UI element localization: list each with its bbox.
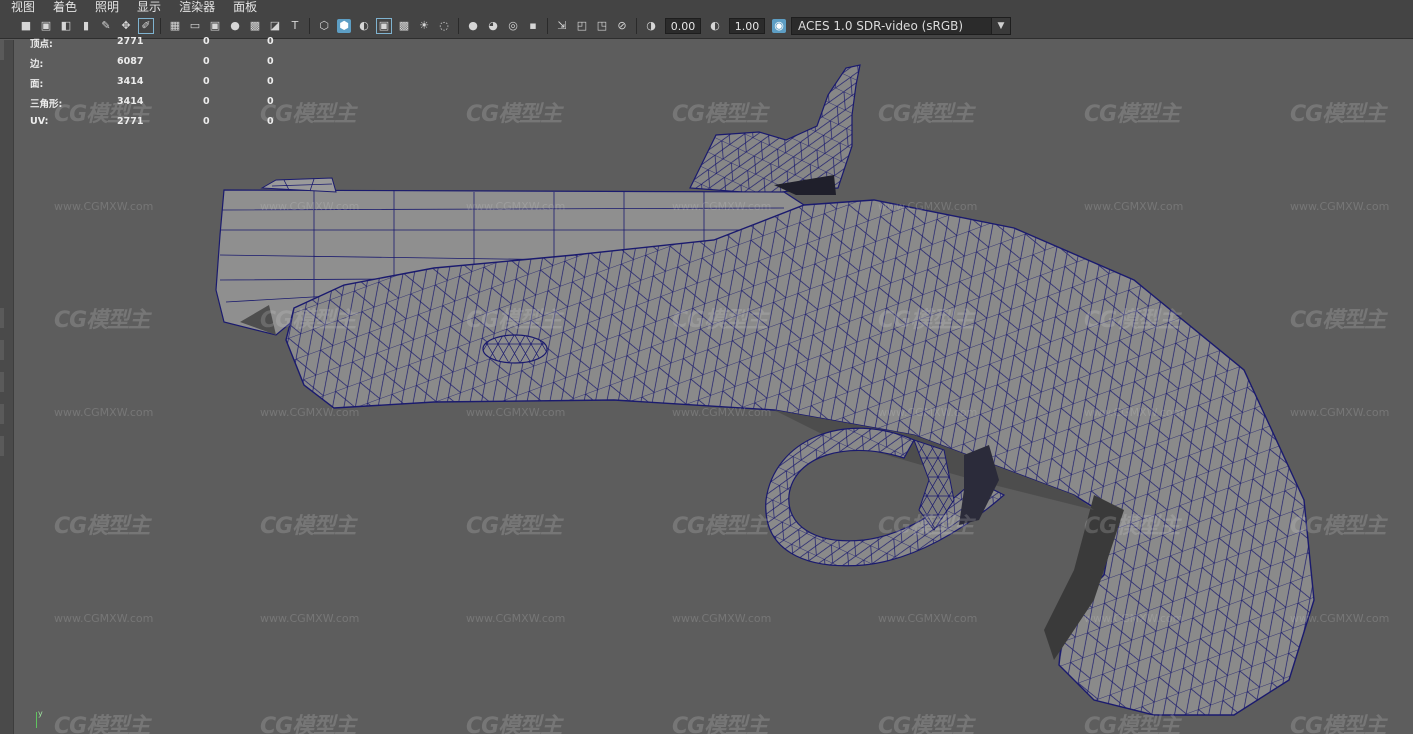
strip-handle[interactable] <box>0 372 4 392</box>
camera-icon[interactable]: ■ <box>19 19 33 33</box>
hud-label: UV: <box>30 116 49 127</box>
ambient-occlusion-icon[interactable]: ◌ <box>437 19 451 33</box>
textured-icon[interactable]: ▣ <box>376 18 392 34</box>
xray-icon[interactable]: ◰ <box>575 19 589 33</box>
xray-components-icon[interactable]: ⊘ <box>615 19 629 33</box>
pistol-mesh[interactable] <box>14 40 1413 734</box>
xray-joints-icon[interactable]: ◳ <box>595 19 609 33</box>
hud-value: 0 <box>267 76 274 87</box>
hud-value: 3414 <box>117 96 144 107</box>
strip-handle[interactable] <box>0 308 4 328</box>
gamma-field[interactable]: 1.00 <box>729 18 765 34</box>
toolbar-divider <box>160 18 161 34</box>
safe-title-icon[interactable]: T <box>288 19 302 33</box>
hud-value: 0 <box>203 96 210 107</box>
hud-label: 顶点: <box>30 39 53 50</box>
hud-value: 2771 <box>117 116 144 127</box>
film-gate-icon[interactable]: ▭ <box>188 19 202 33</box>
hammer <box>689 64 861 195</box>
menu-panels[interactable]: 面板 <box>222 0 264 14</box>
depth-of-field-icon[interactable]: ◎ <box>506 19 520 33</box>
pan-zoom-icon[interactable]: ✥ <box>119 19 133 33</box>
wireframe-on-shaded-icon[interactable]: ◐ <box>357 19 371 33</box>
gamma-icon[interactable]: ◐ <box>708 19 722 33</box>
menu-renderer[interactable]: 渲染器 <box>168 0 222 14</box>
hud-value: 0 <box>267 56 274 67</box>
viewport-toolbar: ■ ▣ ◧ ▮ ✎ ✥ ✐ ▦ ▭ ▣ ● ▩ ◪ T ⬡ ⬢ ◐ ▣ ▩ ☀ … <box>0 14 1413 39</box>
camera-attributes-icon[interactable]: ▣ <box>39 19 53 33</box>
screen-space-icon[interactable]: ▪ <box>526 19 540 33</box>
hud-value: 0 <box>203 76 210 87</box>
axis-gizmo: y <box>33 709 47 732</box>
menu-lighting[interactable]: 照明 <box>84 0 126 14</box>
toolbar-divider <box>636 18 637 34</box>
gate-mask-icon[interactable]: ● <box>228 19 242 33</box>
hud-label: 面: <box>30 79 44 90</box>
wireframe-icon[interactable]: ⬡ <box>317 19 331 33</box>
motion-blur-icon[interactable]: ● <box>466 19 480 33</box>
all-lights-icon[interactable]: ▩ <box>397 19 411 33</box>
toolbar-divider <box>309 18 310 34</box>
hud-value: 0 <box>267 96 274 107</box>
isolate-select-icon[interactable]: ⇲ <box>555 19 569 33</box>
resolution-gate-icon[interactable]: ▣ <box>208 19 222 33</box>
view-transform-value: ACES 1.0 SDR-video (sRGB) <box>798 19 964 33</box>
hud-value: 0 <box>267 36 274 47</box>
camera-bookmark-icon[interactable]: ◧ <box>59 19 73 33</box>
grease-pencil-icon[interactable]: ✐ <box>138 18 154 34</box>
strip-handle[interactable] <box>0 340 4 360</box>
hud-label: 三角形: <box>30 99 63 110</box>
view-transform-select[interactable]: ACES 1.0 SDR-video (sRGB) ▼ <box>791 17 1011 35</box>
viewport-menu-bar: 视图 着色 照明 显示 渲染器 面板 <box>0 0 1413 14</box>
grid-icon[interactable]: ▦ <box>168 19 182 33</box>
exposure-icon[interactable]: ◑ <box>644 19 658 33</box>
color-management-icon[interactable]: ◉ <box>772 19 786 33</box>
bookmark-icon[interactable]: ▮ <box>79 19 93 33</box>
left-tool-strip <box>0 40 14 734</box>
hud-value: 3414 <box>117 76 144 87</box>
field-chart-icon[interactable]: ▩ <box>248 19 262 33</box>
3d-viewport[interactable]: CG模型主 CG模型主 CG模型主 CG模型主 CG模型主 CG模型主 CG模型… <box>14 40 1413 734</box>
exposure-field[interactable]: 0.00 <box>665 18 701 34</box>
hud-value: 0 <box>203 36 210 47</box>
shadows-icon[interactable]: ☀ <box>417 19 431 33</box>
menu-shading[interactable]: 着色 <box>42 0 84 14</box>
smooth-shade-icon[interactable]: ⬢ <box>337 19 351 33</box>
hud-value: 0 <box>203 116 210 127</box>
toolbar-divider <box>458 18 459 34</box>
y-axis-label: y <box>38 709 43 718</box>
strip-handle[interactable] <box>0 436 4 456</box>
menu-show[interactable]: 显示 <box>126 0 168 14</box>
strip-handle[interactable] <box>0 40 4 60</box>
y-axis-line <box>36 712 37 728</box>
hud-value: 0 <box>267 116 274 127</box>
chevron-down-icon[interactable]: ▼ <box>991 18 1010 34</box>
hud-label: 边: <box>30 59 44 70</box>
toolbar-divider <box>547 18 548 34</box>
menu-view[interactable]: 视图 <box>0 0 42 14</box>
strip-handle[interactable] <box>0 404 4 424</box>
hud-value: 6087 <box>117 56 144 67</box>
hud-value: 2771 <box>117 36 144 47</box>
image-plane-icon[interactable]: ✎ <box>99 19 113 33</box>
hud-value: 0 <box>203 56 210 67</box>
antialiasing-icon[interactable]: ◕ <box>486 19 500 33</box>
safe-action-icon[interactable]: ◪ <box>268 19 282 33</box>
